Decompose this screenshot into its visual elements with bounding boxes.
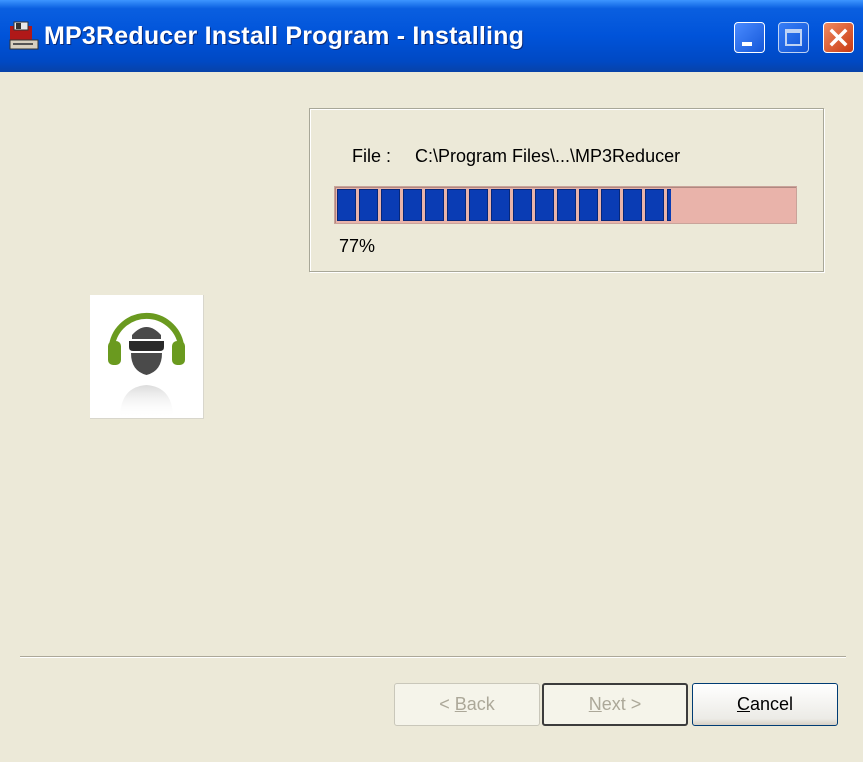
progress-segment — [645, 189, 664, 221]
progress-segment — [667, 189, 671, 221]
progress-segment — [425, 189, 444, 221]
progress-segment — [513, 189, 532, 221]
headphones-user-icon — [108, 312, 185, 418]
progress-segment — [535, 189, 554, 221]
installer-window: MP3Reducer Install Program - Installing … — [0, 0, 863, 762]
maximize-icon — [785, 29, 802, 46]
progress-segment — [469, 189, 488, 221]
cancel-button[interactable]: Cancel — [692, 683, 838, 726]
progress-segment — [623, 189, 642, 221]
progress-segment — [557, 189, 576, 221]
file-label: File : — [352, 146, 392, 166]
install-progress-bar — [334, 186, 797, 224]
progress-segments — [337, 189, 671, 221]
progress-segment — [447, 189, 466, 221]
title-bar[interactable]: MP3Reducer Install Program - Installing — [0, 0, 863, 72]
progress-fill — [337, 189, 671, 221]
button-separator — [20, 656, 846, 658]
headphones-user-logo — [90, 295, 204, 419]
next-button[interactable]: Next > — [542, 683, 688, 726]
installer-floppy-icon — [9, 21, 39, 50]
back-button[interactable]: < Back — [394, 683, 540, 726]
progress-segment — [403, 189, 422, 221]
minimize-button[interactable] — [734, 22, 765, 53]
progress-segment — [381, 189, 400, 221]
progress-percent: 77% — [339, 236, 376, 256]
current-file-path: C:\Program Files\...\MP3Reducer — [415, 146, 681, 166]
close-icon — [829, 28, 848, 47]
close-button[interactable] — [823, 22, 854, 53]
progress-segment — [579, 189, 598, 221]
progress-segment — [337, 189, 356, 221]
minimize-icon — [742, 42, 752, 46]
progress-segment — [491, 189, 510, 221]
window-title: MP3Reducer Install Program - Installing — [44, 22, 525, 50]
progress-segment — [601, 189, 620, 221]
maximize-button[interactable] — [778, 22, 809, 53]
progress-segment — [359, 189, 378, 221]
